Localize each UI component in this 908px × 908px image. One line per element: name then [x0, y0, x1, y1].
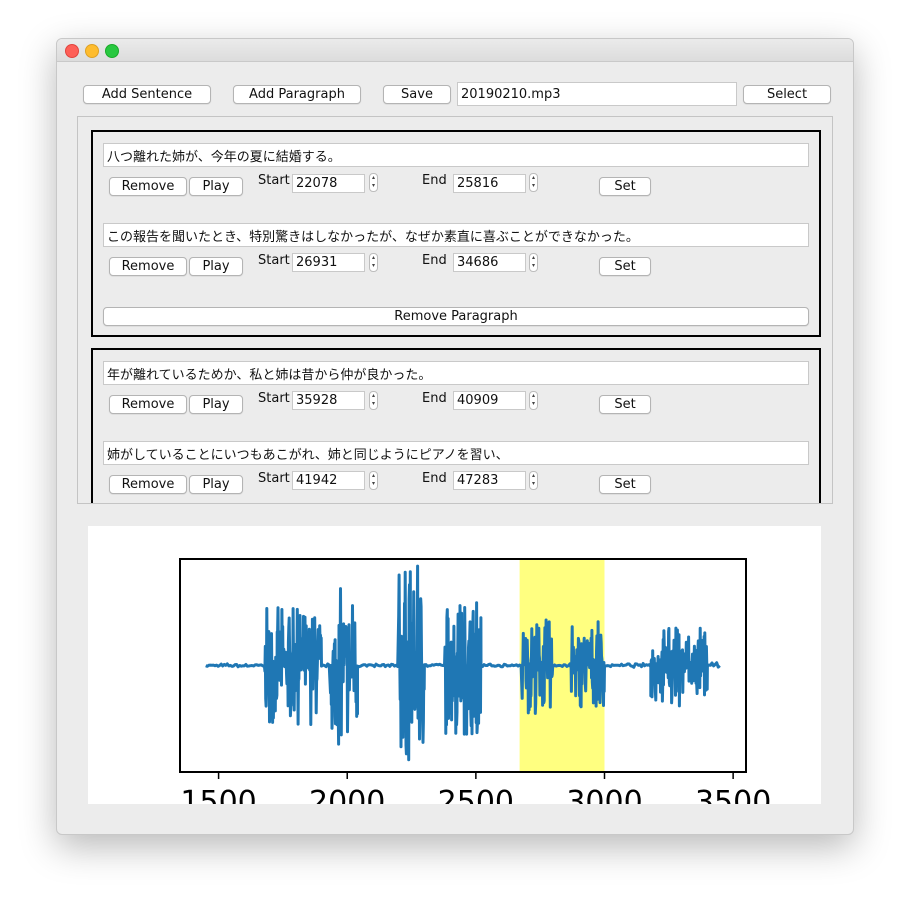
- start-label: Start: [258, 253, 290, 268]
- start-time-field[interactable]: 35928: [292, 391, 365, 410]
- waveform-plot[interactable]: 1500 2000 2500 3000 3500: [88, 526, 821, 804]
- play-sentence-button[interactable]: Play: [189, 177, 243, 196]
- start-time-field[interactable]: 26931: [292, 253, 365, 272]
- sentence-text-field[interactable]: 八つ離れた姉が、今年の夏に結婚する。: [103, 143, 809, 167]
- stepper-down-icon[interactable]: ▾: [370, 400, 377, 408]
- add-sentence-button[interactable]: Add Sentence: [83, 85, 211, 104]
- close-window-button[interactable]: [65, 44, 79, 58]
- stepper-down-icon[interactable]: ▾: [530, 400, 537, 408]
- end-time-field[interactable]: 40909: [453, 391, 526, 410]
- set-time-button[interactable]: Set: [599, 475, 651, 494]
- start-time-stepper[interactable]: ▴ ▾: [369, 253, 378, 272]
- stepper-up-icon[interactable]: ▴: [530, 254, 537, 262]
- x-tick-label: 2500: [438, 785, 514, 804]
- stepper-up-icon[interactable]: ▴: [530, 472, 537, 480]
- waveform-chart[interactable]: 1500 2000 2500 3000 3500: [88, 526, 821, 804]
- paragraph-box: 年が離れているためか、私と姉は昔から仲が良かった。 Remove Play St…: [91, 348, 821, 503]
- end-time-field[interactable]: 47283: [453, 471, 526, 490]
- play-sentence-button[interactable]: Play: [189, 475, 243, 494]
- save-button[interactable]: Save: [383, 85, 451, 104]
- start-label: Start: [258, 391, 290, 406]
- stepper-down-icon[interactable]: ▾: [530, 182, 537, 190]
- start-time-field[interactable]: 41942: [292, 471, 365, 490]
- sentence-text-field[interactable]: この報告を聞いたとき、特別驚きはしなかったが、なぜか素直に喜ぶことができなかった…: [103, 223, 809, 247]
- waveform-line: [205, 564, 721, 762]
- end-time-field[interactable]: 25816: [453, 174, 526, 193]
- minimize-window-button[interactable]: [85, 44, 99, 58]
- stepper-up-icon[interactable]: ▴: [370, 174, 377, 182]
- stepper-down-icon[interactable]: ▾: [370, 262, 377, 270]
- remove-sentence-button[interactable]: Remove: [109, 475, 187, 494]
- x-tick-label: 1500: [180, 785, 256, 804]
- paragraph-box: 八つ離れた姉が、今年の夏に結婚する。 Remove Play Start 220…: [91, 130, 821, 337]
- remove-sentence-button[interactable]: Remove: [109, 257, 187, 276]
- stepper-up-icon[interactable]: ▴: [370, 472, 377, 480]
- start-time-field[interactable]: 22078: [292, 174, 365, 193]
- paragraph-scroll-area[interactable]: 八つ離れた姉が、今年の夏に結婚する。 Remove Play Start 220…: [77, 116, 833, 504]
- select-file-button[interactable]: Select: [743, 85, 831, 104]
- zoom-window-button[interactable]: [105, 44, 119, 58]
- stepper-up-icon[interactable]: ▴: [530, 392, 537, 400]
- remove-sentence-button[interactable]: Remove: [109, 395, 187, 414]
- start-time-stepper[interactable]: ▴ ▾: [369, 173, 378, 192]
- set-time-button[interactable]: Set: [599, 257, 651, 276]
- start-time-stepper[interactable]: ▴ ▾: [369, 471, 378, 490]
- end-time-stepper[interactable]: ▴ ▾: [529, 173, 538, 192]
- end-time-stepper[interactable]: ▴ ▾: [529, 471, 538, 490]
- end-time-stepper[interactable]: ▴ ▾: [529, 391, 538, 410]
- play-sentence-button[interactable]: Play: [189, 257, 243, 276]
- start-label: Start: [258, 471, 290, 486]
- set-time-button[interactable]: Set: [599, 395, 651, 414]
- remove-paragraph-button[interactable]: Remove Paragraph: [103, 307, 809, 326]
- stepper-down-icon[interactable]: ▾: [370, 182, 377, 190]
- stepper-down-icon[interactable]: ▾: [370, 480, 377, 488]
- x-tick-label: 3000: [566, 785, 642, 804]
- play-sentence-button[interactable]: Play: [189, 395, 243, 414]
- sentence-text-field[interactable]: 姉がしていることにいつもあこがれ、姉と同じようにピアノを習い、: [103, 441, 809, 465]
- remove-sentence-button[interactable]: Remove: [109, 177, 187, 196]
- title-bar: [57, 39, 853, 62]
- end-label: End: [422, 253, 447, 268]
- stepper-up-icon[interactable]: ▴: [370, 254, 377, 262]
- stepper-up-icon[interactable]: ▴: [530, 174, 537, 182]
- add-paragraph-button[interactable]: Add Paragraph: [233, 85, 361, 104]
- audio-filename-field[interactable]: 20190210.mp3: [457, 82, 737, 106]
- end-label: End: [422, 391, 447, 406]
- start-time-stepper[interactable]: ▴ ▾: [369, 391, 378, 410]
- end-label: End: [422, 173, 447, 188]
- x-tick-label: 2000: [309, 785, 385, 804]
- stepper-down-icon[interactable]: ▾: [530, 480, 537, 488]
- end-time-stepper[interactable]: ▴ ▾: [529, 253, 538, 272]
- end-time-field[interactable]: 34686: [453, 253, 526, 272]
- app-window: Add Sentence Add Paragraph Save 20190210…: [56, 38, 854, 835]
- end-label: End: [422, 471, 447, 486]
- stepper-down-icon[interactable]: ▾: [530, 262, 537, 270]
- set-time-button[interactable]: Set: [599, 177, 651, 196]
- stepper-up-icon[interactable]: ▴: [370, 392, 377, 400]
- start-label: Start: [258, 173, 290, 188]
- sentence-text-field[interactable]: 年が離れているためか、私と姉は昔から仲が良かった。: [103, 361, 809, 385]
- x-tick-label: 3500: [695, 785, 771, 804]
